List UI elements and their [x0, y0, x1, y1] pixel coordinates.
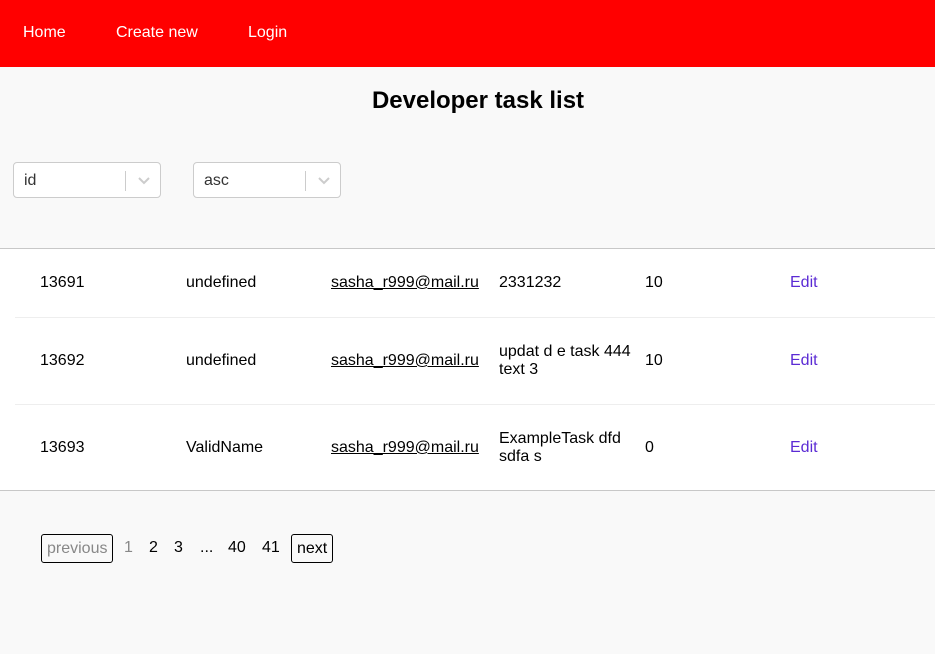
task-email-link[interactable]: sasha_r999@mail.ru [331, 352, 479, 370]
task-username: undefined [186, 274, 257, 291]
edit-link[interactable]: Edit [790, 439, 818, 457]
sort-field-select[interactable]: id [13, 162, 161, 198]
task-status: 10 [645, 352, 663, 369]
task-id: 13692 [40, 352, 85, 369]
edit-link[interactable]: Edit [790, 274, 818, 292]
sort-field-value: id [24, 172, 37, 189]
select-separator [125, 171, 126, 191]
task-text: 2331232 [499, 274, 562, 291]
task-email-link[interactable]: sasha_r999@mail.ru [331, 439, 479, 457]
task-id: 13693 [40, 439, 85, 456]
task-text: updat d e task 444 text 3 [499, 343, 631, 378]
page-link[interactable]: 40 [228, 539, 246, 557]
page-link[interactable]: 41 [262, 539, 280, 557]
task-username: ValidName [186, 439, 264, 456]
task-id: 13691 [40, 274, 85, 291]
table-row: 13691 undefined sasha_r999@mail.ru 23312… [15, 249, 935, 318]
table-row: 13693 ValidName sasha_r999@mail.ru Examp… [15, 405, 935, 491]
chevron-down-icon[interactable] [314, 173, 334, 189]
table-row: 13692 undefined sasha_r999@mail.ru updat… [15, 318, 935, 405]
page-link[interactable]: 2 [149, 539, 158, 557]
page-link-current[interactable]: 1 [124, 539, 133, 557]
task-status: 0 [645, 439, 654, 456]
top-navbar: Home Create new Login [0, 0, 935, 67]
chevron-down-icon[interactable] [134, 173, 154, 189]
nav-create-new-link[interactable]: Create new [116, 23, 198, 42]
sort-order-value: asc [204, 172, 229, 189]
page-ellipsis[interactable]: ... [200, 539, 213, 557]
task-text: ExampleTask dfd sdfa s [499, 430, 621, 465]
nav-login-link[interactable]: Login [248, 23, 287, 42]
task-email-link[interactable]: sasha_r999@mail.ru [331, 274, 479, 292]
page-link[interactable]: 3 [174, 539, 183, 557]
task-username: undefined [186, 352, 257, 369]
page-title: Developer task list [371, 87, 585, 114]
sort-order-select[interactable]: asc [193, 162, 341, 198]
previous-page-button[interactable]: previous [41, 534, 113, 563]
select-separator [305, 171, 306, 191]
task-table: 13691 undefined sasha_r999@mail.ru 23312… [0, 248, 935, 491]
next-page-button[interactable]: next [291, 534, 333, 563]
nav-home-link[interactable]: Home [23, 23, 66, 42]
task-status: 10 [645, 274, 663, 291]
edit-link[interactable]: Edit [790, 352, 818, 370]
